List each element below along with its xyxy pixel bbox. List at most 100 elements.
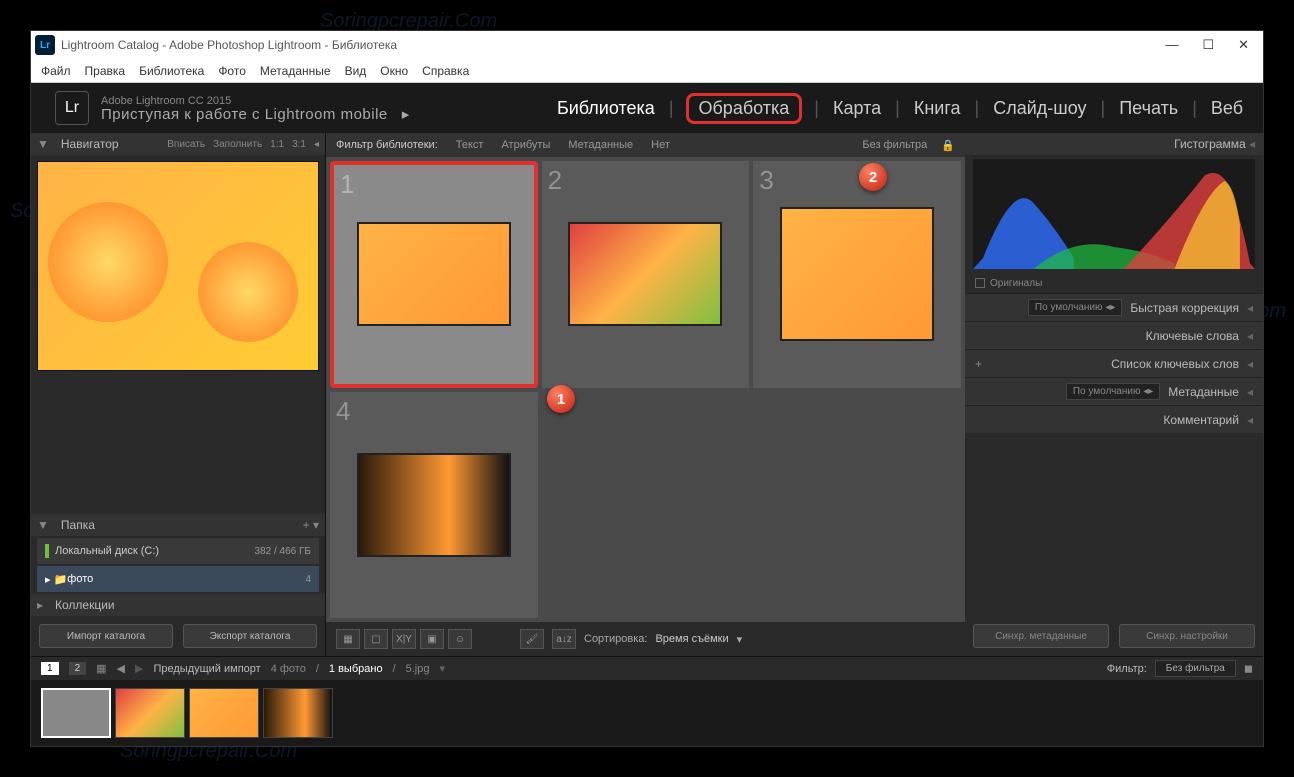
nav-zoom-dropdown-icon[interactable]: ◂	[314, 139, 319, 150]
maximize-button[interactable]: ☐	[1202, 37, 1214, 53]
histogram-header[interactable]: Гистограмма ◂	[965, 133, 1263, 155]
quick-develop-header[interactable]: По умолчанию ◂▸ Быстрая коррекция◂	[965, 293, 1263, 321]
filter-text[interactable]: Текст	[456, 139, 484, 151]
view-loupe-icon[interactable]: ▢	[364, 629, 388, 649]
view-survey-icon[interactable]: ▣	[420, 629, 444, 649]
folder-title: Папка	[61, 518, 95, 532]
navigator-title: Навигатор	[61, 137, 119, 151]
thumbnail-2	[570, 224, 720, 324]
folder-name: фото	[67, 573, 93, 585]
grid-cell-3[interactable]: 3	[753, 161, 961, 388]
histogram[interactable]	[973, 159, 1255, 269]
menu-window[interactable]: Окно	[380, 64, 408, 78]
menu-help[interactable]: Справка	[422, 64, 469, 78]
navigator-header[interactable]: ▼ Навигатор Вписать Заполнить 1:1 3:1 ◂	[31, 133, 325, 155]
app-window: Lr Lightroom Catalog - Adobe Photoshop L…	[30, 30, 1264, 747]
identity-line2a: Приступая к работе с	[101, 106, 265, 123]
metadata-header[interactable]: По умолчанию ◂▸ Метаданные◂	[965, 377, 1263, 405]
minimize-button[interactable]: —	[1165, 37, 1178, 53]
filmstrip-thumb-3[interactable]	[189, 688, 259, 738]
view-grid-icon[interactable]: ▦	[336, 629, 360, 649]
module-book[interactable]: Книга	[912, 94, 963, 123]
nav-3to1[interactable]: 3:1	[292, 139, 306, 150]
filmstrip[interactable]	[31, 680, 1263, 746]
originals-label: Оригиналы	[990, 278, 1042, 289]
comment-header[interactable]: Комментарий◂	[965, 405, 1263, 433]
nav-fwd-icon[interactable]: ▶	[135, 662, 143, 675]
filter-lock-icon[interactable]: 🔒	[941, 139, 955, 152]
import-catalog-button[interactable]: Импорт каталога	[39, 624, 173, 648]
thumbnail-4	[359, 455, 509, 555]
export-catalog-button[interactable]: Экспорт каталога	[183, 624, 317, 648]
navigator-preview[interactable]	[37, 161, 319, 371]
sort-dropdown-icon[interactable]: ▾	[737, 633, 743, 646]
monitor-2-button[interactable]: 2	[69, 662, 87, 675]
filmstrip-filter-dropdown[interactable]: Без фильтра	[1155, 660, 1236, 677]
filter-preset[interactable]: Без фильтра	[862, 139, 927, 151]
monitor-1-button[interactable]: 1	[41, 662, 59, 675]
filter-attr[interactable]: Атрибуты	[501, 139, 550, 151]
callout-1: 1	[547, 385, 575, 413]
folder-row[interactable]: ▸ 📁 фото 4	[37, 566, 319, 592]
view-people-icon[interactable]: ☺	[448, 629, 472, 649]
menu-view[interactable]: Вид	[345, 64, 367, 78]
filter-label: Фильтр библиотеки:	[336, 139, 438, 151]
grid-cell-empty	[753, 392, 961, 619]
filter-none[interactable]: Нет	[651, 139, 670, 151]
folder-header[interactable]: ▼ Папка + ▾	[31, 514, 325, 536]
grid-cell-2[interactable]: 2	[542, 161, 750, 388]
module-map[interactable]: Карта	[831, 94, 883, 123]
current-filename: 5.jpg	[406, 663, 430, 675]
filter-meta[interactable]: Метаданные	[568, 139, 633, 151]
nav-1to1[interactable]: 1:1	[270, 139, 284, 150]
identity-line2b[interactable]: Lightroom mobile	[265, 106, 388, 123]
keywords-header[interactable]: Ключевые слова◂	[965, 321, 1263, 349]
nav-fill[interactable]: Заполнить	[213, 139, 262, 150]
window-title: Lightroom Catalog - Adobe Photoshop Ligh…	[61, 38, 397, 52]
grid-cell-4[interactable]: 4	[330, 392, 538, 619]
selected-count: 1 выбрано	[329, 663, 383, 675]
disk-row[interactable]: Локальный диск (C:) 382 / 466 ГБ	[37, 538, 319, 564]
grid-toolbar: ▦ ▢ X|Y ▣ ☺ 🖌 a↓z Сортировка: Время съём…	[326, 622, 965, 656]
source-label[interactable]: Предыдущий импорт	[153, 663, 260, 675]
folder-icon: ▸ 📁	[45, 573, 67, 586]
module-develop[interactable]: Обработка	[686, 93, 803, 124]
left-panel: ▼ Навигатор Вписать Заполнить 1:1 3:1 ◂ …	[31, 133, 326, 656]
originals-checkbox[interactable]	[975, 278, 985, 288]
module-web[interactable]: Веб	[1209, 94, 1245, 123]
close-button[interactable]: ✕	[1238, 37, 1249, 53]
nav-back-icon[interactable]: ◀	[117, 662, 125, 675]
source-dropdown-icon[interactable]: ▾	[439, 662, 445, 675]
grid-small-icon[interactable]: ▦	[96, 662, 106, 675]
preset-dropdown[interactable]: По умолчанию ◂▸	[1028, 299, 1122, 316]
keyword-list-header[interactable]: + Список ключевых слов◂	[965, 349, 1263, 377]
filmstrip-filter-label: Фильтр:	[1107, 663, 1147, 675]
filmstrip-thumb-2[interactable]	[115, 688, 185, 738]
painter-icon[interactable]: 🖌	[520, 629, 544, 649]
metadata-preset-dropdown[interactable]: По умолчанию ◂▸	[1066, 383, 1160, 400]
module-library[interactable]: Библиотека	[555, 94, 657, 123]
menu-photo[interactable]: Фото	[218, 64, 246, 78]
collections-title: Коллекции	[55, 598, 115, 612]
module-slideshow[interactable]: Слайд-шоу	[991, 94, 1088, 123]
module-print[interactable]: Печать	[1117, 94, 1180, 123]
lr-logo: Lr	[55, 91, 89, 125]
grid-cell-1[interactable]: 1	[330, 161, 538, 388]
titlebar[interactable]: Lr Lightroom Catalog - Adobe Photoshop L…	[31, 31, 1263, 59]
menu-edit[interactable]: Правка	[85, 64, 126, 78]
photo-count: 4 фото	[271, 663, 306, 675]
menu-metadata[interactable]: Метаданные	[260, 64, 331, 78]
filmstrip-thumb-1[interactable]	[41, 688, 111, 738]
view-compare-icon[interactable]: X|Y	[392, 629, 416, 649]
sort-dir-icon[interactable]: a↓z	[552, 629, 576, 649]
menu-file[interactable]: Файл	[41, 64, 71, 78]
menu-library[interactable]: Библиотека	[139, 64, 204, 78]
filter-lock-icon[interactable]: ◼	[1244, 662, 1253, 675]
disk-size: 382 / 466 ГБ	[255, 546, 311, 557]
sync-metadata-button[interactable]: Синхр. метаданные	[973, 624, 1109, 648]
filmstrip-thumb-4[interactable]	[263, 688, 333, 738]
sort-value[interactable]: Время съёмки	[655, 633, 728, 645]
sync-settings-button[interactable]: Синхр. настройки	[1119, 624, 1255, 648]
nav-fit[interactable]: Вписать	[167, 139, 205, 150]
collections-header[interactable]: ▸ Коллекции	[31, 594, 325, 616]
